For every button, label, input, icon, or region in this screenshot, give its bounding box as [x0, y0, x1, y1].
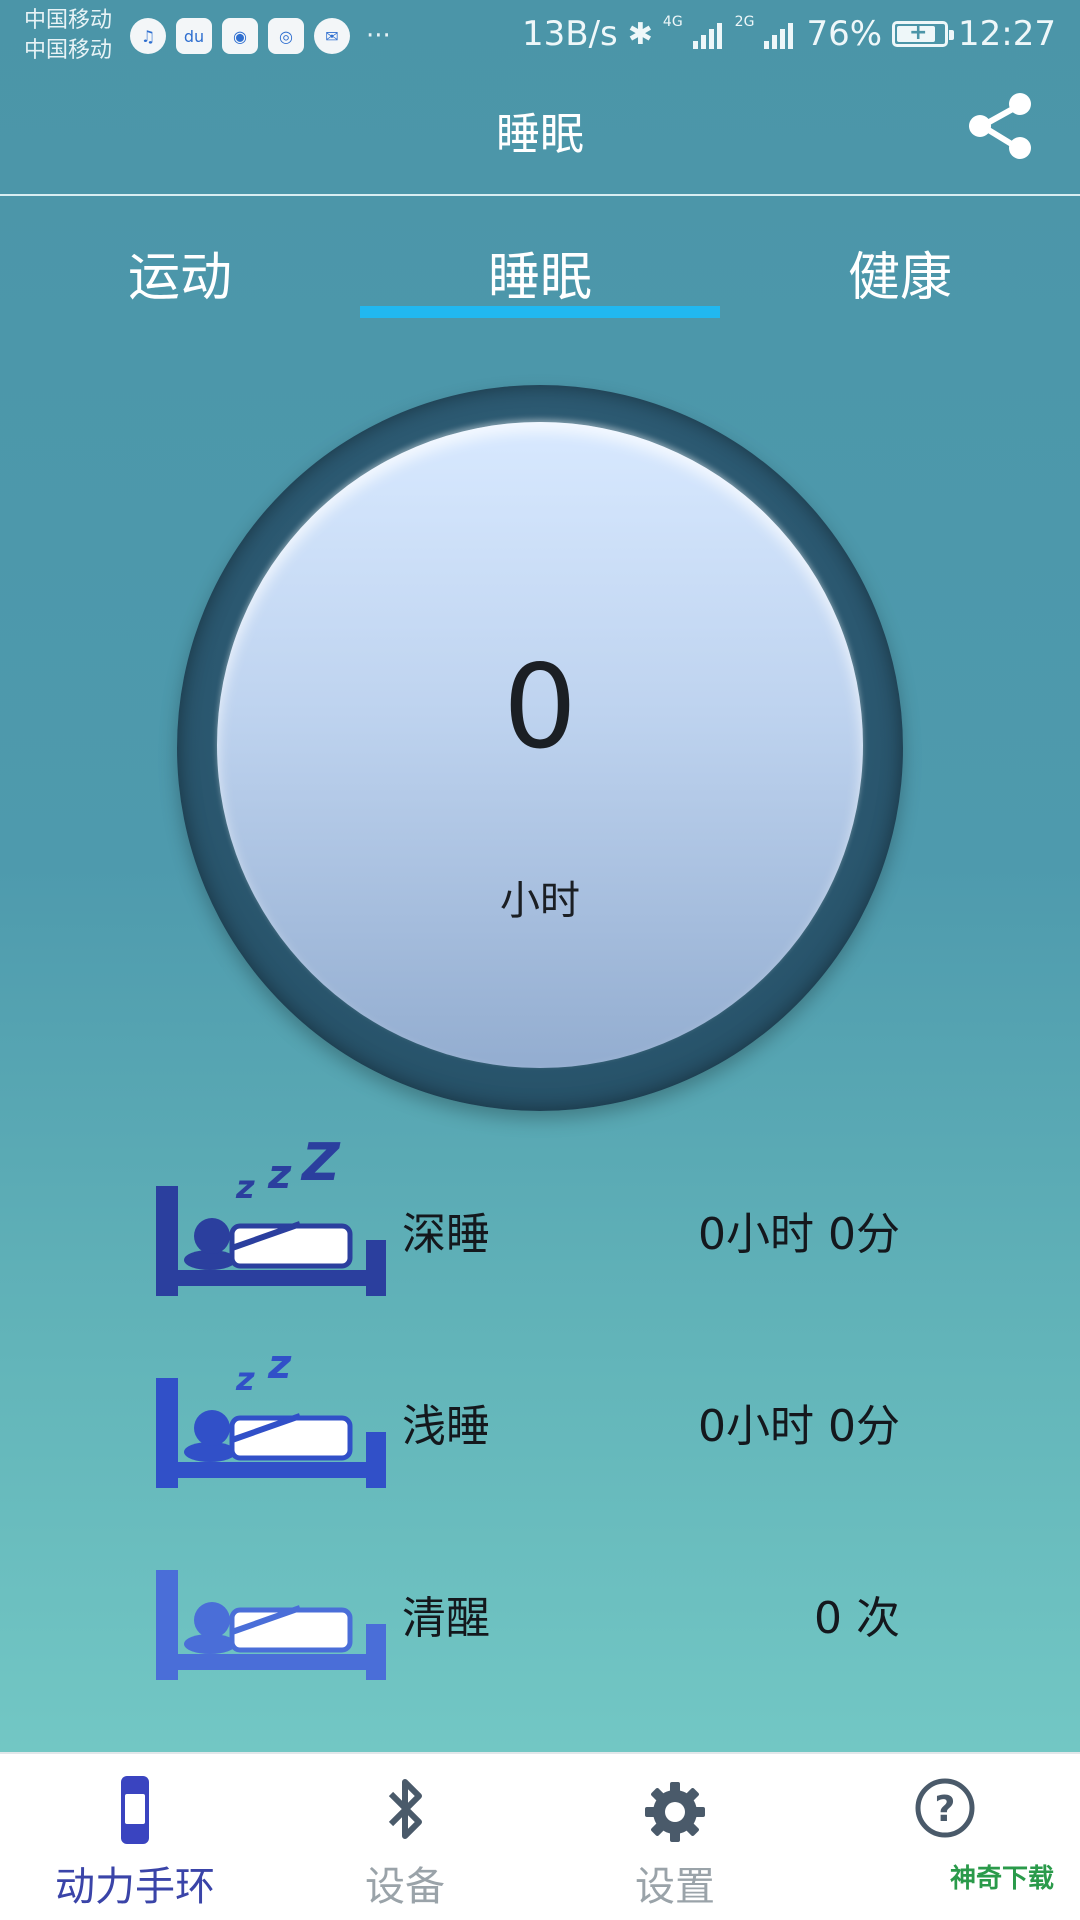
nav-devices-label: 设备 — [365, 1864, 445, 1910]
sleep-hours-unit: 小时 — [500, 878, 580, 924]
app-notification-icon: ◎ — [268, 18, 304, 54]
carrier-1: 中国移动 — [24, 8, 113, 33]
deep-sleep-bed-icon: z z Z — [156, 1140, 386, 1296]
carrier-2: 中国移动 — [24, 38, 113, 63]
sleep-hours-value: 0 — [503, 640, 577, 775]
header-divider — [0, 194, 1080, 196]
light-sleep-label: 浅睡 — [402, 1401, 490, 1452]
signal-icon-2 — [764, 19, 796, 49]
tab-bar: 运动 睡眠 健康 — [0, 220, 1080, 320]
bluetooth-status-icon: ✱ — [627, 16, 653, 52]
share-icon — [969, 93, 1031, 159]
status-bar: 中国移动 中国移动 ♫ du ◉ ◎ ✉ ··· 13B/s ✱ 4G 2G 7… — [0, 0, 1080, 76]
deep-sleep-label: 深睡 — [402, 1209, 490, 1260]
awake-bed-icon — [156, 1570, 386, 1680]
svg-text:Z: Z — [300, 1140, 341, 1193]
nav-band[interactable]: 动力手环 — [0, 1754, 270, 1920]
more-notifications-icon: ··· — [366, 21, 391, 51]
app-header: 睡眠 — [0, 76, 1080, 194]
deep-sleep-value: 0小时 0分 — [698, 1209, 900, 1260]
tab-sport[interactable]: 运动 — [0, 235, 360, 310]
svg-text:z: z — [235, 1360, 255, 1398]
svg-text:z: z — [235, 1168, 255, 1206]
map-notification-icon: ◉ — [222, 18, 258, 54]
share-button[interactable] — [960, 86, 1040, 166]
system-status: 13B/s ✱ 4G 2G 76% + 12:27 — [522, 14, 1056, 54]
nav-band-label: 动力手环 — [55, 1864, 215, 1910]
network-2g-label: 2G — [734, 14, 755, 30]
nav-help[interactable]: ? — [810, 1754, 1080, 1920]
network-4g-label: 4G — [662, 14, 683, 30]
watermark-logo: 神奇下载 — [949, 1864, 1054, 1894]
bluetooth-icon — [388, 1779, 422, 1839]
active-tab-indicator — [360, 306, 720, 318]
headset-notification-icon: ♫ — [130, 18, 166, 54]
wechat-notification-icon: ✉ — [314, 18, 350, 54]
signal-icon-1 — [692, 19, 725, 49]
light-sleep-bed-icon: z z — [156, 1342, 386, 1488]
band-icon — [121, 1776, 149, 1844]
awake-value: 0 次 — [814, 1593, 900, 1644]
clock: 12:27 — [958, 14, 1056, 54]
carrier-labels: 中国移动 中国移动 — [24, 6, 112, 66]
nav-settings-label: 设置 — [635, 1864, 715, 1910]
screen: 中国移动 中国移动 ♫ du ◉ ◎ ✉ ··· 13B/s ✱ 4G 2G 7… — [0, 0, 1080, 1920]
baidu-notification-icon: du — [176, 18, 212, 54]
page-title: 睡眠 — [496, 109, 584, 160]
gear-icon — [645, 1782, 705, 1842]
nav-settings[interactable]: 设置 — [540, 1754, 810, 1920]
battery-icon: + — [892, 20, 955, 47]
network-speed: 13B/s — [522, 14, 618, 54]
notification-icons: ♫ du ◉ ◎ ✉ ··· — [130, 18, 391, 54]
awake-label: 清醒 — [402, 1593, 490, 1644]
svg-text:?: ? — [935, 1789, 956, 1830]
awake-row: 清醒 0 次 — [0, 1524, 1080, 1684]
svg-text:z: z — [267, 1342, 292, 1388]
deep-sleep-row: z z Z 深睡 0小时 0分 — [0, 1140, 1080, 1300]
nav-devices[interactable]: 设备 — [270, 1754, 540, 1920]
bottom-navigation: 动力手环 设备 设置 ? — [0, 1752, 1080, 1920]
help-icon: ? — [915, 1778, 975, 1838]
tab-health[interactable]: 健康 — [720, 235, 1080, 310]
tab-sleep[interactable]: 睡眠 — [360, 235, 720, 310]
light-sleep-row: z z 浅睡 0小时 0分 — [0, 1332, 1080, 1492]
svg-text:z: z — [267, 1152, 292, 1198]
light-sleep-value: 0小时 0分 — [698, 1401, 900, 1452]
battery-percent: 76% — [806, 14, 883, 54]
